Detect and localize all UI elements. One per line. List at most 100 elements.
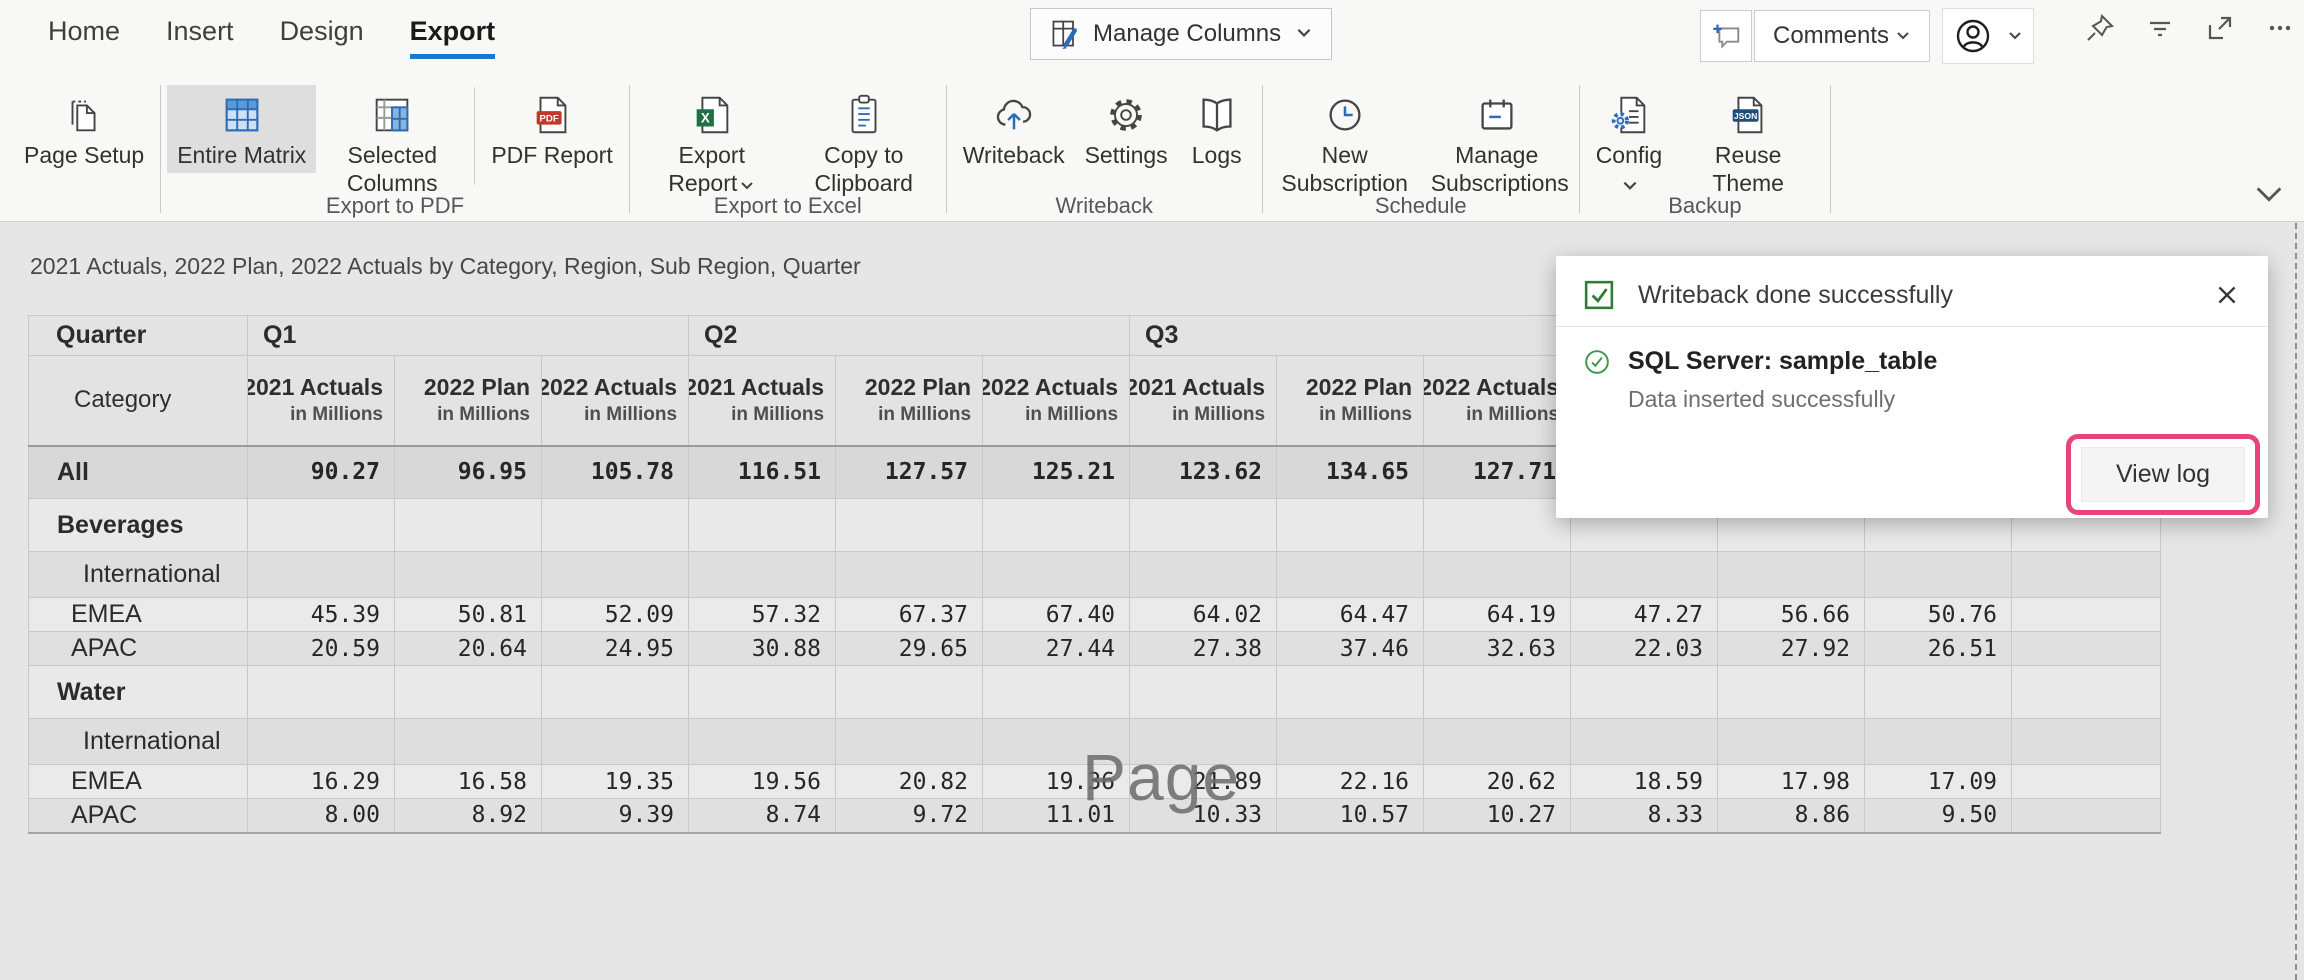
matrix-cell[interactable] <box>983 552 1130 598</box>
matrix-cell[interactable] <box>1424 552 1571 598</box>
matrix-cell[interactable]: 64.47 <box>1277 598 1424 632</box>
pin-icon[interactable] <box>2082 10 2118 46</box>
matrix-cell[interactable]: 67.40 <box>983 598 1130 632</box>
row-header[interactable]: All <box>29 446 248 499</box>
matrix-cell[interactable]: 20.82 <box>836 765 983 799</box>
matrix-cell[interactable]: 10.27 <box>1424 799 1571 833</box>
matrix-cell[interactable]: 8.00 <box>248 799 395 833</box>
corner-category-cell[interactable]: Category <box>29 356 248 446</box>
matrix-cell[interactable] <box>248 552 395 598</box>
row-header[interactable]: Water <box>29 666 248 719</box>
matrix-cell[interactable] <box>836 666 983 719</box>
row-header[interactable]: EMEA <box>29 765 248 799</box>
matrix-cell[interactable] <box>689 552 836 598</box>
page-setup-button[interactable]: Page Setup <box>14 85 154 173</box>
matrix-cell[interactable]: 47.27 <box>1571 598 1718 632</box>
matrix-cell[interactable] <box>542 552 689 598</box>
matrix-cell[interactable] <box>248 666 395 719</box>
matrix-cell[interactable] <box>1571 719 1718 765</box>
matrix-cell[interactable]: 26.51 <box>1865 632 2012 666</box>
matrix-cell[interactable]: 52.09 <box>542 598 689 632</box>
measure-header[interactable]: 2021 Actualsin Millions <box>689 356 836 446</box>
measure-header[interactable]: 2021 Actualsin Millions <box>248 356 395 446</box>
matrix-cell[interactable]: 27.92 <box>1718 632 1865 666</box>
matrix-cell[interactable]: 8.74 <box>689 799 836 833</box>
matrix-cell[interactable] <box>1865 552 2012 598</box>
matrix-cell[interactable] <box>1718 719 1865 765</box>
matrix-cell[interactable]: 16.29 <box>248 765 395 799</box>
config-button[interactable]: Config <box>1586 85 1672 203</box>
row-header[interactable]: International <box>29 552 248 598</box>
matrix-cell[interactable]: 18.59 <box>1571 765 1718 799</box>
matrix-cell[interactable]: 10.57 <box>1277 799 1424 833</box>
matrix-cell[interactable] <box>1865 666 2012 719</box>
matrix-cell[interactable] <box>395 666 542 719</box>
matrix-cell[interactable] <box>542 666 689 719</box>
matrix-cell[interactable] <box>395 552 542 598</box>
entire-matrix-button[interactable]: Entire Matrix <box>167 85 316 173</box>
row-header[interactable]: APAC <box>29 632 248 666</box>
collapse-ribbon-chevron-icon[interactable] <box>2252 182 2286 206</box>
matrix-cell[interactable]: 9.39 <box>542 799 689 833</box>
measure-header[interactable]: 2022 Planin Millions <box>836 356 983 446</box>
matrix-cell[interactable] <box>1130 499 1277 552</box>
matrix-cell[interactable] <box>1424 666 1571 719</box>
matrix-cell[interactable] <box>395 719 542 765</box>
tab-design[interactable]: Design <box>280 16 364 55</box>
writeback-button[interactable]: Writeback <box>953 85 1075 173</box>
quarter-header[interactable]: Q2 <box>689 316 1130 356</box>
matrix-cell[interactable] <box>689 499 836 552</box>
matrix-cell[interactable]: 64.02 <box>1130 598 1277 632</box>
new-subscription-button[interactable]: New Subscription <box>1269 85 1421 201</box>
reuse-theme-button[interactable]: JSON Reuse Theme <box>1672 85 1824 201</box>
matrix-cell[interactable] <box>1277 552 1424 598</box>
matrix-cell[interactable]: 116.51 <box>689 446 836 499</box>
matrix-cell[interactable] <box>1865 719 2012 765</box>
matrix-cell[interactable]: 57.32 <box>689 598 836 632</box>
matrix-cell[interactable]: 27.44 <box>983 632 1130 666</box>
matrix-cell[interactable] <box>689 666 836 719</box>
tab-export[interactable]: Export <box>410 16 496 55</box>
matrix-cell[interactable]: 32.63 <box>1424 632 1571 666</box>
matrix-cell[interactable]: 105.78 <box>542 446 689 499</box>
matrix-cell[interactable]: 9.72 <box>836 799 983 833</box>
matrix-cell[interactable] <box>836 552 983 598</box>
view-log-button[interactable]: View log <box>2081 447 2245 502</box>
matrix-cell[interactable] <box>983 666 1130 719</box>
matrix-cell[interactable] <box>1130 666 1277 719</box>
matrix-cell[interactable] <box>983 499 1130 552</box>
matrix-cell[interactable]: 22.03 <box>1571 632 1718 666</box>
copy-to-clipboard-button[interactable]: Copy to Clipboard <box>788 85 940 201</box>
matrix-cell[interactable]: 125.21 <box>983 446 1130 499</box>
matrix-cell[interactable]: 64.19 <box>1424 598 1571 632</box>
matrix-cell[interactable]: 96.95 <box>395 446 542 499</box>
matrix-cell[interactable] <box>836 719 983 765</box>
matrix-cell[interactable]: 37.46 <box>1277 632 1424 666</box>
matrix-cell[interactable] <box>1277 499 1424 552</box>
matrix-cell[interactable]: 127.71 <box>1424 446 1571 499</box>
matrix-cell[interactable] <box>836 499 983 552</box>
measure-header[interactable]: 2022 Planin Millions <box>395 356 542 446</box>
row-header[interactable]: APAC <box>29 799 248 833</box>
matrix-cell[interactable]: 27.38 <box>1130 632 1277 666</box>
quarter-header[interactable]: Q1 <box>248 316 689 356</box>
tab-insert[interactable]: Insert <box>166 16 234 55</box>
matrix-cell[interactable]: 8.92 <box>395 799 542 833</box>
selected-columns-button[interactable]: Selected Columns <box>316 85 468 201</box>
matrix-cell[interactable]: 19.56 <box>689 765 836 799</box>
logs-button[interactable]: Logs <box>1178 85 1256 173</box>
row-header[interactable]: EMEA <box>29 598 248 632</box>
matrix-cell[interactable] <box>1718 552 1865 598</box>
matrix-cell[interactable] <box>1130 552 1277 598</box>
matrix-cell[interactable]: 17.98 <box>1718 765 1865 799</box>
matrix-cell[interactable] <box>248 719 395 765</box>
matrix-cell[interactable]: 45.39 <box>248 598 395 632</box>
matrix-cell[interactable]: 67.37 <box>836 598 983 632</box>
matrix-cell[interactable] <box>542 499 689 552</box>
matrix-cell[interactable]: 20.64 <box>395 632 542 666</box>
matrix-cell[interactable] <box>1277 719 1424 765</box>
measure-header[interactable]: 2022 Actualsin Millions <box>983 356 1130 446</box>
matrix-cell[interactable]: 9.50 <box>1865 799 2012 833</box>
comments-button[interactable]: Comments <box>1754 10 1930 62</box>
matrix-cell[interactable]: 29.65 <box>836 632 983 666</box>
